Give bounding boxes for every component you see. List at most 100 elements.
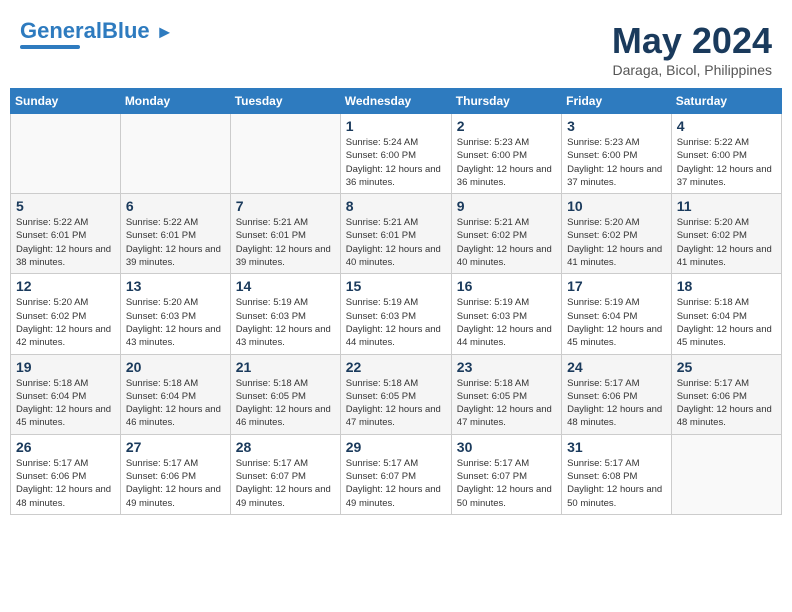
table-row: 15 Sunrise: 5:19 AM Sunset: 6:03 PM Dayli… bbox=[340, 274, 451, 354]
table-row: 3Sunrise: 5:23 AM Sunset: 6:00 PM Daylig… bbox=[562, 114, 672, 194]
day-number: 8 bbox=[346, 198, 446, 214]
table-row: 23 Sunrise: 5:18 AM Sunset: 6:05 PM Dayli… bbox=[451, 354, 561, 434]
table-row: 1 Sunrise: 5:24 AM Sunset: 6:00 PM Daylig… bbox=[340, 114, 451, 194]
table-row: 30Sunrise: 5:17 AM Sunset: 6:07 PM Dayli… bbox=[451, 434, 561, 514]
table-row: 8 Sunrise: 5:21 AM Sunset: 6:01 PM Daylig… bbox=[340, 194, 451, 274]
table-row bbox=[120, 114, 230, 194]
day-number: 7 bbox=[236, 198, 335, 214]
table-row bbox=[11, 114, 121, 194]
day-number: 4 bbox=[677, 118, 776, 134]
day-info: Sunrise: 5:21 AM Sunset: 6:02 PM Dayligh… bbox=[457, 216, 556, 269]
day-info: Sunrise: 5:21 AM Sunset: 6:01 PM Dayligh… bbox=[236, 216, 335, 269]
day-info: Sunrise: 5:17 AM Sunset: 6:06 PM Dayligh… bbox=[16, 457, 115, 510]
table-row: 20 Sunrise: 5:18 AM Sunset: 6:04 PM Dayli… bbox=[120, 354, 230, 434]
table-row: 5Sunrise: 5:22 AM Sunset: 6:01 PM Daylig… bbox=[11, 194, 121, 274]
day-number: 5 bbox=[16, 198, 115, 214]
table-row: 6Sunrise: 5:22 AM Sunset: 6:01 PM Daylig… bbox=[120, 194, 230, 274]
logo-underline bbox=[20, 45, 80, 49]
table-row: 16 Sunrise: 5:19 AM Sunset: 6:03 PM Dayli… bbox=[451, 274, 561, 354]
header-tuesday: Tuesday bbox=[230, 89, 340, 114]
month-title: May 2024 bbox=[612, 20, 772, 62]
day-info: Sunrise: 5:19 AM Sunset: 6:03 PM Dayligh… bbox=[457, 296, 556, 349]
day-number: 6 bbox=[126, 198, 225, 214]
table-row: 2 Sunrise: 5:23 AM Sunset: 6:00 PM Daylig… bbox=[451, 114, 561, 194]
day-number: 1 bbox=[346, 118, 446, 134]
table-row: 25 Sunrise: 5:17 AM Sunset: 6:06 PM Dayli… bbox=[671, 354, 781, 434]
table-row: 10 Sunrise: 5:20 AM Sunset: 6:02 PM Dayli… bbox=[562, 194, 672, 274]
calendar-week-row: 26 Sunrise: 5:17 AM Sunset: 6:06 PM Dayli… bbox=[11, 434, 782, 514]
day-number: 15 bbox=[346, 278, 446, 294]
table-row: 17Sunrise: 5:19 AM Sunset: 6:04 PM Dayli… bbox=[562, 274, 672, 354]
day-number: 11 bbox=[677, 198, 776, 214]
day-number: 27 bbox=[126, 439, 225, 455]
day-info: Sunrise: 5:18 AM Sunset: 6:05 PM Dayligh… bbox=[457, 377, 556, 430]
day-number: 29 bbox=[346, 439, 446, 455]
header-saturday: Saturday bbox=[671, 89, 781, 114]
day-info: Sunrise: 5:18 AM Sunset: 6:05 PM Dayligh… bbox=[346, 377, 446, 430]
header-thursday: Thursday bbox=[451, 89, 561, 114]
logo-text: GeneralBlue ► bbox=[20, 20, 174, 42]
day-info: Sunrise: 5:20 AM Sunset: 6:02 PM Dayligh… bbox=[567, 216, 666, 269]
day-info: Sunrise: 5:23 AM Sunset: 6:00 PM Dayligh… bbox=[457, 136, 556, 189]
header-wednesday: Wednesday bbox=[340, 89, 451, 114]
day-number: 16 bbox=[457, 278, 556, 294]
day-info: Sunrise: 5:17 AM Sunset: 6:06 PM Dayligh… bbox=[567, 377, 666, 430]
day-info: Sunrise: 5:19 AM Sunset: 6:03 PM Dayligh… bbox=[346, 296, 446, 349]
table-row: 9 Sunrise: 5:21 AM Sunset: 6:02 PM Daylig… bbox=[451, 194, 561, 274]
day-info: Sunrise: 5:22 AM Sunset: 6:00 PM Dayligh… bbox=[677, 136, 776, 189]
day-info: Sunrise: 5:18 AM Sunset: 6:05 PM Dayligh… bbox=[236, 377, 335, 430]
title-section: May 2024 Daraga, Bicol, Philippines bbox=[612, 20, 772, 78]
table-row: 12 Sunrise: 5:20 AM Sunset: 6:02 PM Dayli… bbox=[11, 274, 121, 354]
day-number: 31 bbox=[567, 439, 666, 455]
day-number: 28 bbox=[236, 439, 335, 455]
day-number: 19 bbox=[16, 359, 115, 375]
calendar-week-row: 1 Sunrise: 5:24 AM Sunset: 6:00 PM Daylig… bbox=[11, 114, 782, 194]
location-text: Daraga, Bicol, Philippines bbox=[612, 62, 772, 78]
table-row: 21Sunrise: 5:18 AM Sunset: 6:05 PM Dayli… bbox=[230, 354, 340, 434]
day-number: 14 bbox=[236, 278, 335, 294]
calendar-week-row: 5Sunrise: 5:22 AM Sunset: 6:01 PM Daylig… bbox=[11, 194, 782, 274]
day-number: 12 bbox=[16, 278, 115, 294]
table-row: 26 Sunrise: 5:17 AM Sunset: 6:06 PM Dayli… bbox=[11, 434, 121, 514]
header-monday: Monday bbox=[120, 89, 230, 114]
table-row: 11Sunrise: 5:20 AM Sunset: 6:02 PM Dayli… bbox=[671, 194, 781, 274]
day-info: Sunrise: 5:17 AM Sunset: 6:06 PM Dayligh… bbox=[677, 377, 776, 430]
table-row: 19 Sunrise: 5:18 AM Sunset: 6:04 PM Dayli… bbox=[11, 354, 121, 434]
table-row: 29 Sunrise: 5:17 AM Sunset: 6:07 PM Dayli… bbox=[340, 434, 451, 514]
weekday-header-row: Sunday Monday Tuesday Wednesday Thursday… bbox=[11, 89, 782, 114]
day-info: Sunrise: 5:18 AM Sunset: 6:04 PM Dayligh… bbox=[16, 377, 115, 430]
day-number: 26 bbox=[16, 439, 115, 455]
day-number: 24 bbox=[567, 359, 666, 375]
day-number: 30 bbox=[457, 439, 556, 455]
day-info: Sunrise: 5:18 AM Sunset: 6:04 PM Dayligh… bbox=[126, 377, 225, 430]
day-info: Sunrise: 5:20 AM Sunset: 6:03 PM Dayligh… bbox=[126, 296, 225, 349]
table-row: 31Sunrise: 5:17 AM Sunset: 6:08 PM Dayli… bbox=[562, 434, 672, 514]
day-info: Sunrise: 5:20 AM Sunset: 6:02 PM Dayligh… bbox=[16, 296, 115, 349]
calendar-table: Sunday Monday Tuesday Wednesday Thursday… bbox=[10, 88, 782, 515]
day-number: 9 bbox=[457, 198, 556, 214]
table-row: 7 Sunrise: 5:21 AM Sunset: 6:01 PM Daylig… bbox=[230, 194, 340, 274]
header-friday: Friday bbox=[562, 89, 672, 114]
table-row: 22Sunrise: 5:18 AM Sunset: 6:05 PM Dayli… bbox=[340, 354, 451, 434]
table-row: 27 Sunrise: 5:17 AM Sunset: 6:06 PM Dayli… bbox=[120, 434, 230, 514]
logo-blue: Blue bbox=[102, 18, 150, 43]
day-info: Sunrise: 5:21 AM Sunset: 6:01 PM Dayligh… bbox=[346, 216, 446, 269]
table-row: 24 Sunrise: 5:17 AM Sunset: 6:06 PM Dayli… bbox=[562, 354, 672, 434]
day-info: Sunrise: 5:17 AM Sunset: 6:07 PM Dayligh… bbox=[346, 457, 446, 510]
day-number: 10 bbox=[567, 198, 666, 214]
day-number: 2 bbox=[457, 118, 556, 134]
table-row: 18Sunrise: 5:18 AM Sunset: 6:04 PM Dayli… bbox=[671, 274, 781, 354]
day-number: 13 bbox=[126, 278, 225, 294]
logo-arrow: ► bbox=[156, 22, 174, 42]
day-number: 17 bbox=[567, 278, 666, 294]
day-info: Sunrise: 5:24 AM Sunset: 6:00 PM Dayligh… bbox=[346, 136, 446, 189]
day-info: Sunrise: 5:17 AM Sunset: 6:06 PM Dayligh… bbox=[126, 457, 225, 510]
table-row bbox=[230, 114, 340, 194]
day-number: 25 bbox=[677, 359, 776, 375]
day-number: 3 bbox=[567, 118, 666, 134]
day-number: 20 bbox=[126, 359, 225, 375]
logo: GeneralBlue ► bbox=[20, 20, 174, 49]
day-info: Sunrise: 5:19 AM Sunset: 6:03 PM Dayligh… bbox=[236, 296, 335, 349]
table-row: 13 Sunrise: 5:20 AM Sunset: 6:03 PM Dayli… bbox=[120, 274, 230, 354]
day-number: 23 bbox=[457, 359, 556, 375]
